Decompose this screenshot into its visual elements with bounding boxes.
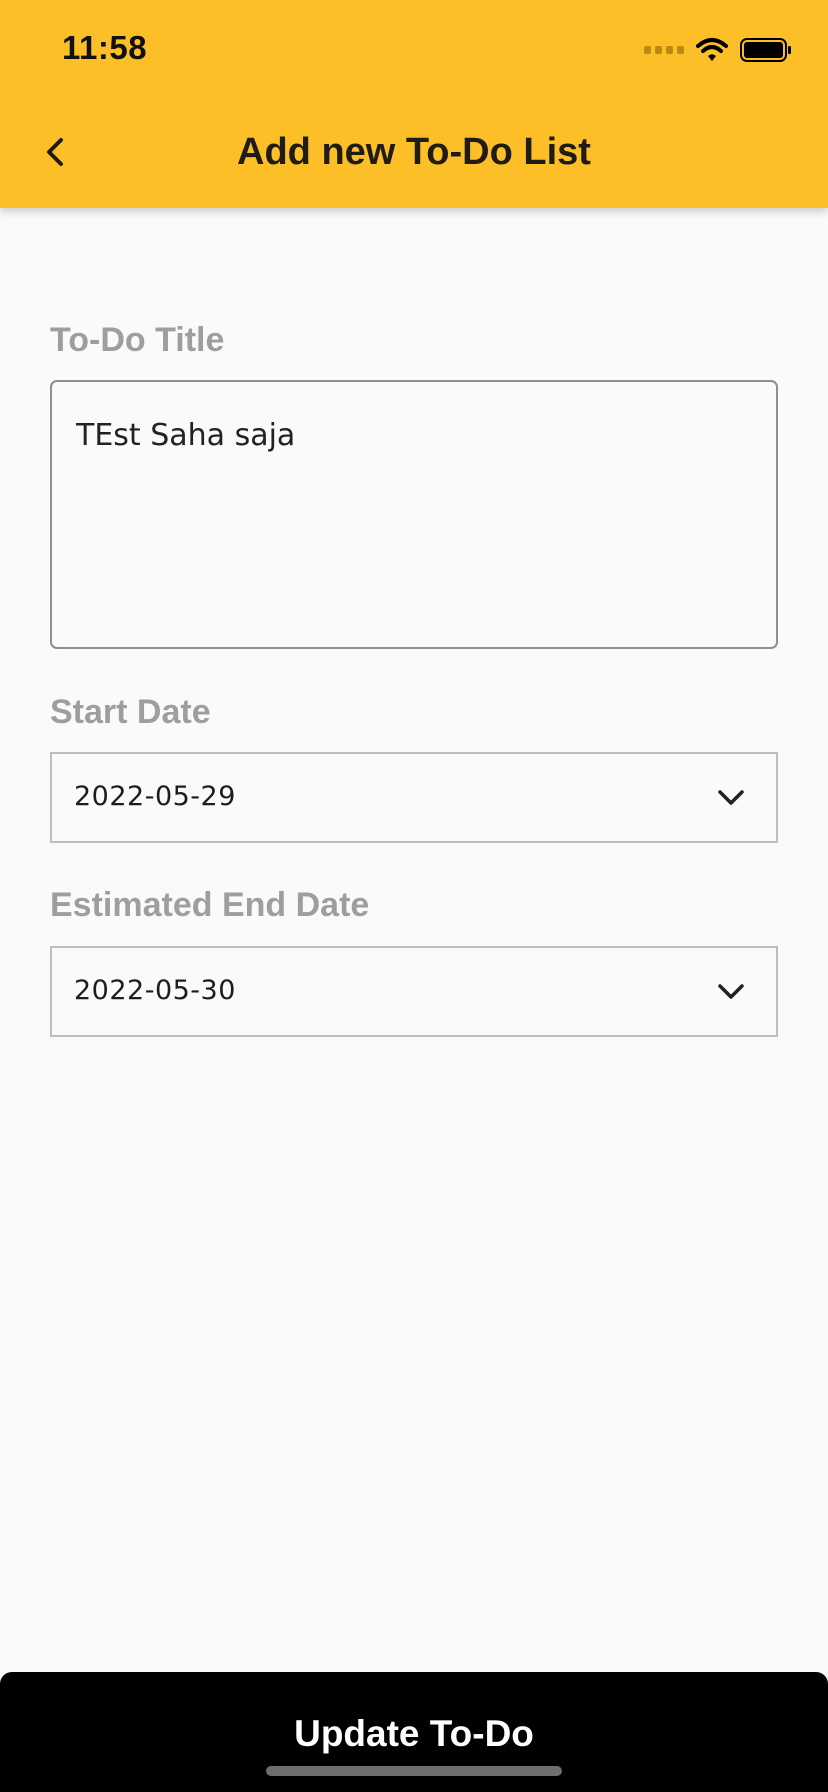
page-title: Add new To-Do List: [237, 131, 591, 173]
battery-icon: [740, 38, 791, 62]
status-icons: [644, 36, 792, 64]
end-date-label: Estimated End Date: [50, 886, 370, 924]
status-time: 11:58: [62, 29, 148, 66]
end-date-select[interactable]: 2022-05-30: [50, 946, 778, 1037]
todo-title-value: TEst Saha saja: [76, 418, 296, 453]
start-date-value: 2022-05-29: [74, 781, 236, 812]
todo-title-input[interactable]: TEst Saha saja: [50, 380, 778, 649]
home-indicator: [266, 1766, 562, 1776]
app-bar: 11:58 Add new To-Do List: [0, 0, 828, 208]
start-date-label: Start Date: [50, 693, 211, 731]
chevron-down-icon: [718, 790, 744, 805]
todo-title-label: To-Do Title: [50, 321, 225, 359]
chevron-down-icon: [718, 984, 744, 999]
end-date-value: 2022-05-30: [74, 975, 236, 1006]
wifi-icon: [696, 38, 728, 61]
update-todo-label: Update To-Do: [294, 1713, 534, 1754]
start-date-select[interactable]: 2022-05-29: [50, 752, 778, 843]
cellular-signal-icon: [644, 46, 684, 54]
